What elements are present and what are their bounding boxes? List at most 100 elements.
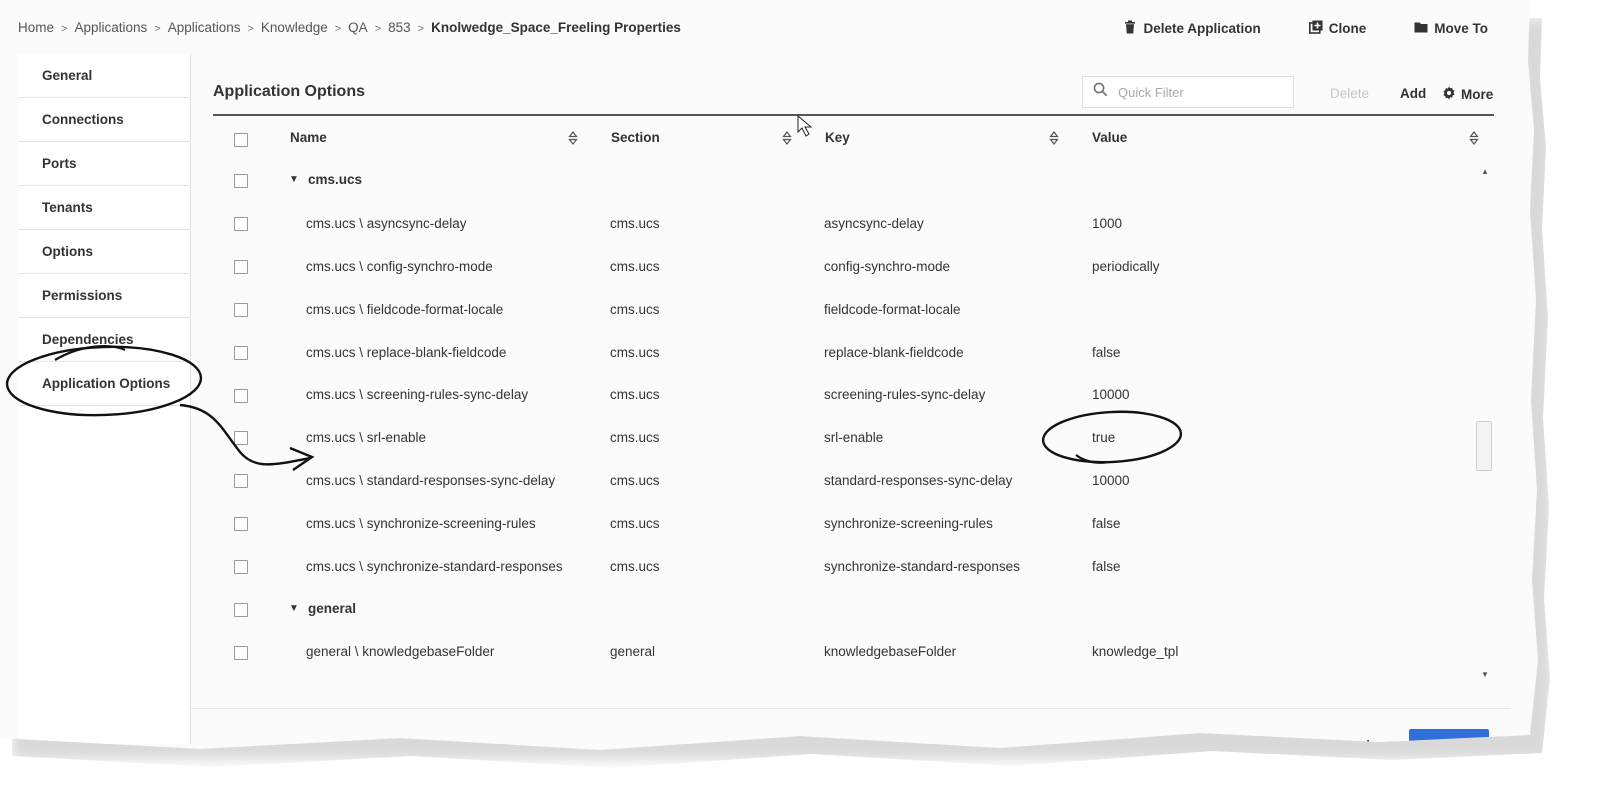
sidebar: General Connections Ports Tenants Option… <box>18 54 191 744</box>
cell-value: 10000 <box>1092 387 1130 402</box>
cell-key: screening-rules-sync-delay <box>824 387 986 402</box>
sidebar-item-ports[interactable]: Ports <box>18 142 190 186</box>
page-title: Application Options <box>213 83 365 100</box>
breadcrumb-home[interactable]: Home <box>18 20 54 35</box>
breadcrumb-applications[interactable]: Applications <box>74 20 147 35</box>
sidebar-item-label: Options <box>42 244 93 259</box>
row-checkbox[interactable] <box>234 260 248 274</box>
sidebar-item-application-options[interactable]: Application Options <box>18 362 190 406</box>
breadcrumb-separator: > <box>61 23 68 35</box>
cell-section: cms.ucs <box>610 216 660 231</box>
column-header-name[interactable]: Name <box>290 130 327 145</box>
quick-filter[interactable] <box>1082 76 1294 108</box>
cell-value: knowledge_tpl <box>1092 644 1179 659</box>
cell-key: fieldcode-format-locale <box>824 302 961 317</box>
add-button[interactable]: Add <box>1400 86 1426 101</box>
select-all-checkbox[interactable] <box>234 133 248 147</box>
sidebar-item-label: General <box>42 68 93 83</box>
row-checkbox[interactable] <box>234 217 248 231</box>
sidebar-item-dependencies[interactable]: Dependencies <box>18 318 190 362</box>
cell-section: cms.ucs <box>610 259 660 274</box>
cell-key: synchronize-screening-rules <box>824 516 993 531</box>
breadcrumb-separator: > <box>154 23 161 35</box>
move-to-button[interactable]: Move To <box>1414 20 1488 37</box>
move-to-label: Move To <box>1434 21 1488 36</box>
delete-label: Delete <box>1330 86 1370 101</box>
more-button[interactable]: More <box>1442 86 1493 103</box>
top-actions: Delete Application Clone Move To <box>1123 20 1488 37</box>
clone-button[interactable]: Clone <box>1308 20 1366 37</box>
scroll-down-arrow-icon[interactable]: ▼ <box>1481 670 1489 679</box>
cell-section: cms.ucs <box>610 516 660 531</box>
more-label: More <box>1461 87 1494 102</box>
row-checkbox[interactable] <box>234 303 248 317</box>
folder-icon <box>1414 20 1428 37</box>
cell-section: cms.ucs <box>610 387 660 402</box>
cell-name: cms.ucs \ synchronize-standard-responses <box>306 559 563 574</box>
breadcrumb: Home > Applications > Applications > Knowledge… <box>18 20 681 35</box>
cell-key: config-synchro-mode <box>824 259 951 274</box>
sidebar-item-connections[interactable]: Connections <box>18 98 190 142</box>
add-label: Add <box>1400 86 1427 101</box>
row-checkbox[interactable] <box>234 474 248 488</box>
column-header-key[interactable]: Key <box>825 130 850 145</box>
breadcrumb-853[interactable]: 853 <box>388 20 411 35</box>
cell-section: cms.ucs <box>610 430 660 445</box>
cell-section: cms.ucs <box>610 302 660 317</box>
expand-triangle-icon[interactable]: ▼ <box>289 174 299 185</box>
cell-name: cms.ucs \ standard-responses-sync-delay <box>306 473 556 488</box>
cell-value: 1000 <box>1092 216 1123 231</box>
scrollbar-thumb[interactable] <box>1476 421 1492 471</box>
sidebar-item-options[interactable]: Options <box>18 230 190 274</box>
sidebar-item-label: Permissions <box>42 288 123 303</box>
cell-name: cms.ucs \ config-synchro-mode <box>306 259 493 274</box>
breadcrumb-knowledge[interactable]: Knowledge <box>261 20 328 35</box>
cell-value: true <box>1092 430 1116 445</box>
sidebar-item-label: Tenants <box>42 200 93 215</box>
sidebar-item-label: Dependencies <box>42 332 134 347</box>
column-header-value[interactable]: Value <box>1092 130 1127 145</box>
sort-icon[interactable] <box>1049 130 1059 146</box>
breadcrumb-separator: > <box>374 23 382 35</box>
cell-section: cms.ucs <box>610 345 660 360</box>
row-checkbox[interactable] <box>234 560 248 574</box>
delete-application-button[interactable]: Delete Application <box>1123 20 1261 37</box>
breadcrumb-qa[interactable]: QA <box>348 20 368 35</box>
cell-section: general <box>610 644 656 659</box>
cell-key: asyncsync-delay <box>824 216 924 231</box>
sidebar-item-permissions[interactable]: Permissions <box>18 274 190 318</box>
application-properties-page: Home > Applications > Applications > Knowledge… <box>0 0 1538 750</box>
delete-button[interactable]: Delete <box>1330 86 1369 101</box>
sort-icon[interactable] <box>1469 130 1479 146</box>
breadcrumb-applications-folder[interactable]: Applications <box>168 20 241 35</box>
cell-name: cms.ucs \ replace-blank-fieldcode <box>306 345 507 360</box>
sidebar-item-label: Ports <box>42 156 77 171</box>
row-checkbox[interactable] <box>234 389 248 403</box>
quick-filter-input[interactable] <box>1116 83 1280 101</box>
cell-key: srl-enable <box>824 430 884 445</box>
row-checkbox[interactable] <box>234 431 248 445</box>
cell-name: cms.ucs \ fieldcode-format-locale <box>306 302 504 317</box>
sort-icon[interactable] <box>568 130 578 146</box>
cell-value: periodically <box>1092 259 1160 274</box>
cell-name: cms.ucs \ synchronize-screening-rules <box>306 516 536 531</box>
row-checkbox[interactable] <box>234 646 248 660</box>
clone-icon <box>1308 20 1323 37</box>
group-checkbox[interactable] <box>234 603 248 617</box>
sort-icon[interactable] <box>782 130 792 146</box>
sidebar-item-general[interactable]: General <box>18 54 190 98</box>
column-header-section[interactable]: Section <box>611 130 660 145</box>
search-icon <box>1093 82 1108 102</box>
breadcrumb-separator: > <box>417 23 425 35</box>
group-label: general <box>308 601 357 616</box>
group-checkbox[interactable] <box>234 174 248 188</box>
expand-triangle-icon[interactable]: ▼ <box>289 603 299 614</box>
row-checkbox[interactable] <box>234 346 248 360</box>
cell-key: knowledgebaseFolder <box>824 644 957 659</box>
cell-name: cms.ucs \ asyncsync-delay <box>306 216 467 231</box>
cell-section: cms.ucs <box>610 473 660 488</box>
scroll-up-arrow-icon[interactable]: ▲ <box>1481 167 1489 176</box>
gear-icon <box>1442 86 1456 103</box>
sidebar-item-tenants[interactable]: Tenants <box>18 186 190 230</box>
row-checkbox[interactable] <box>234 517 248 531</box>
